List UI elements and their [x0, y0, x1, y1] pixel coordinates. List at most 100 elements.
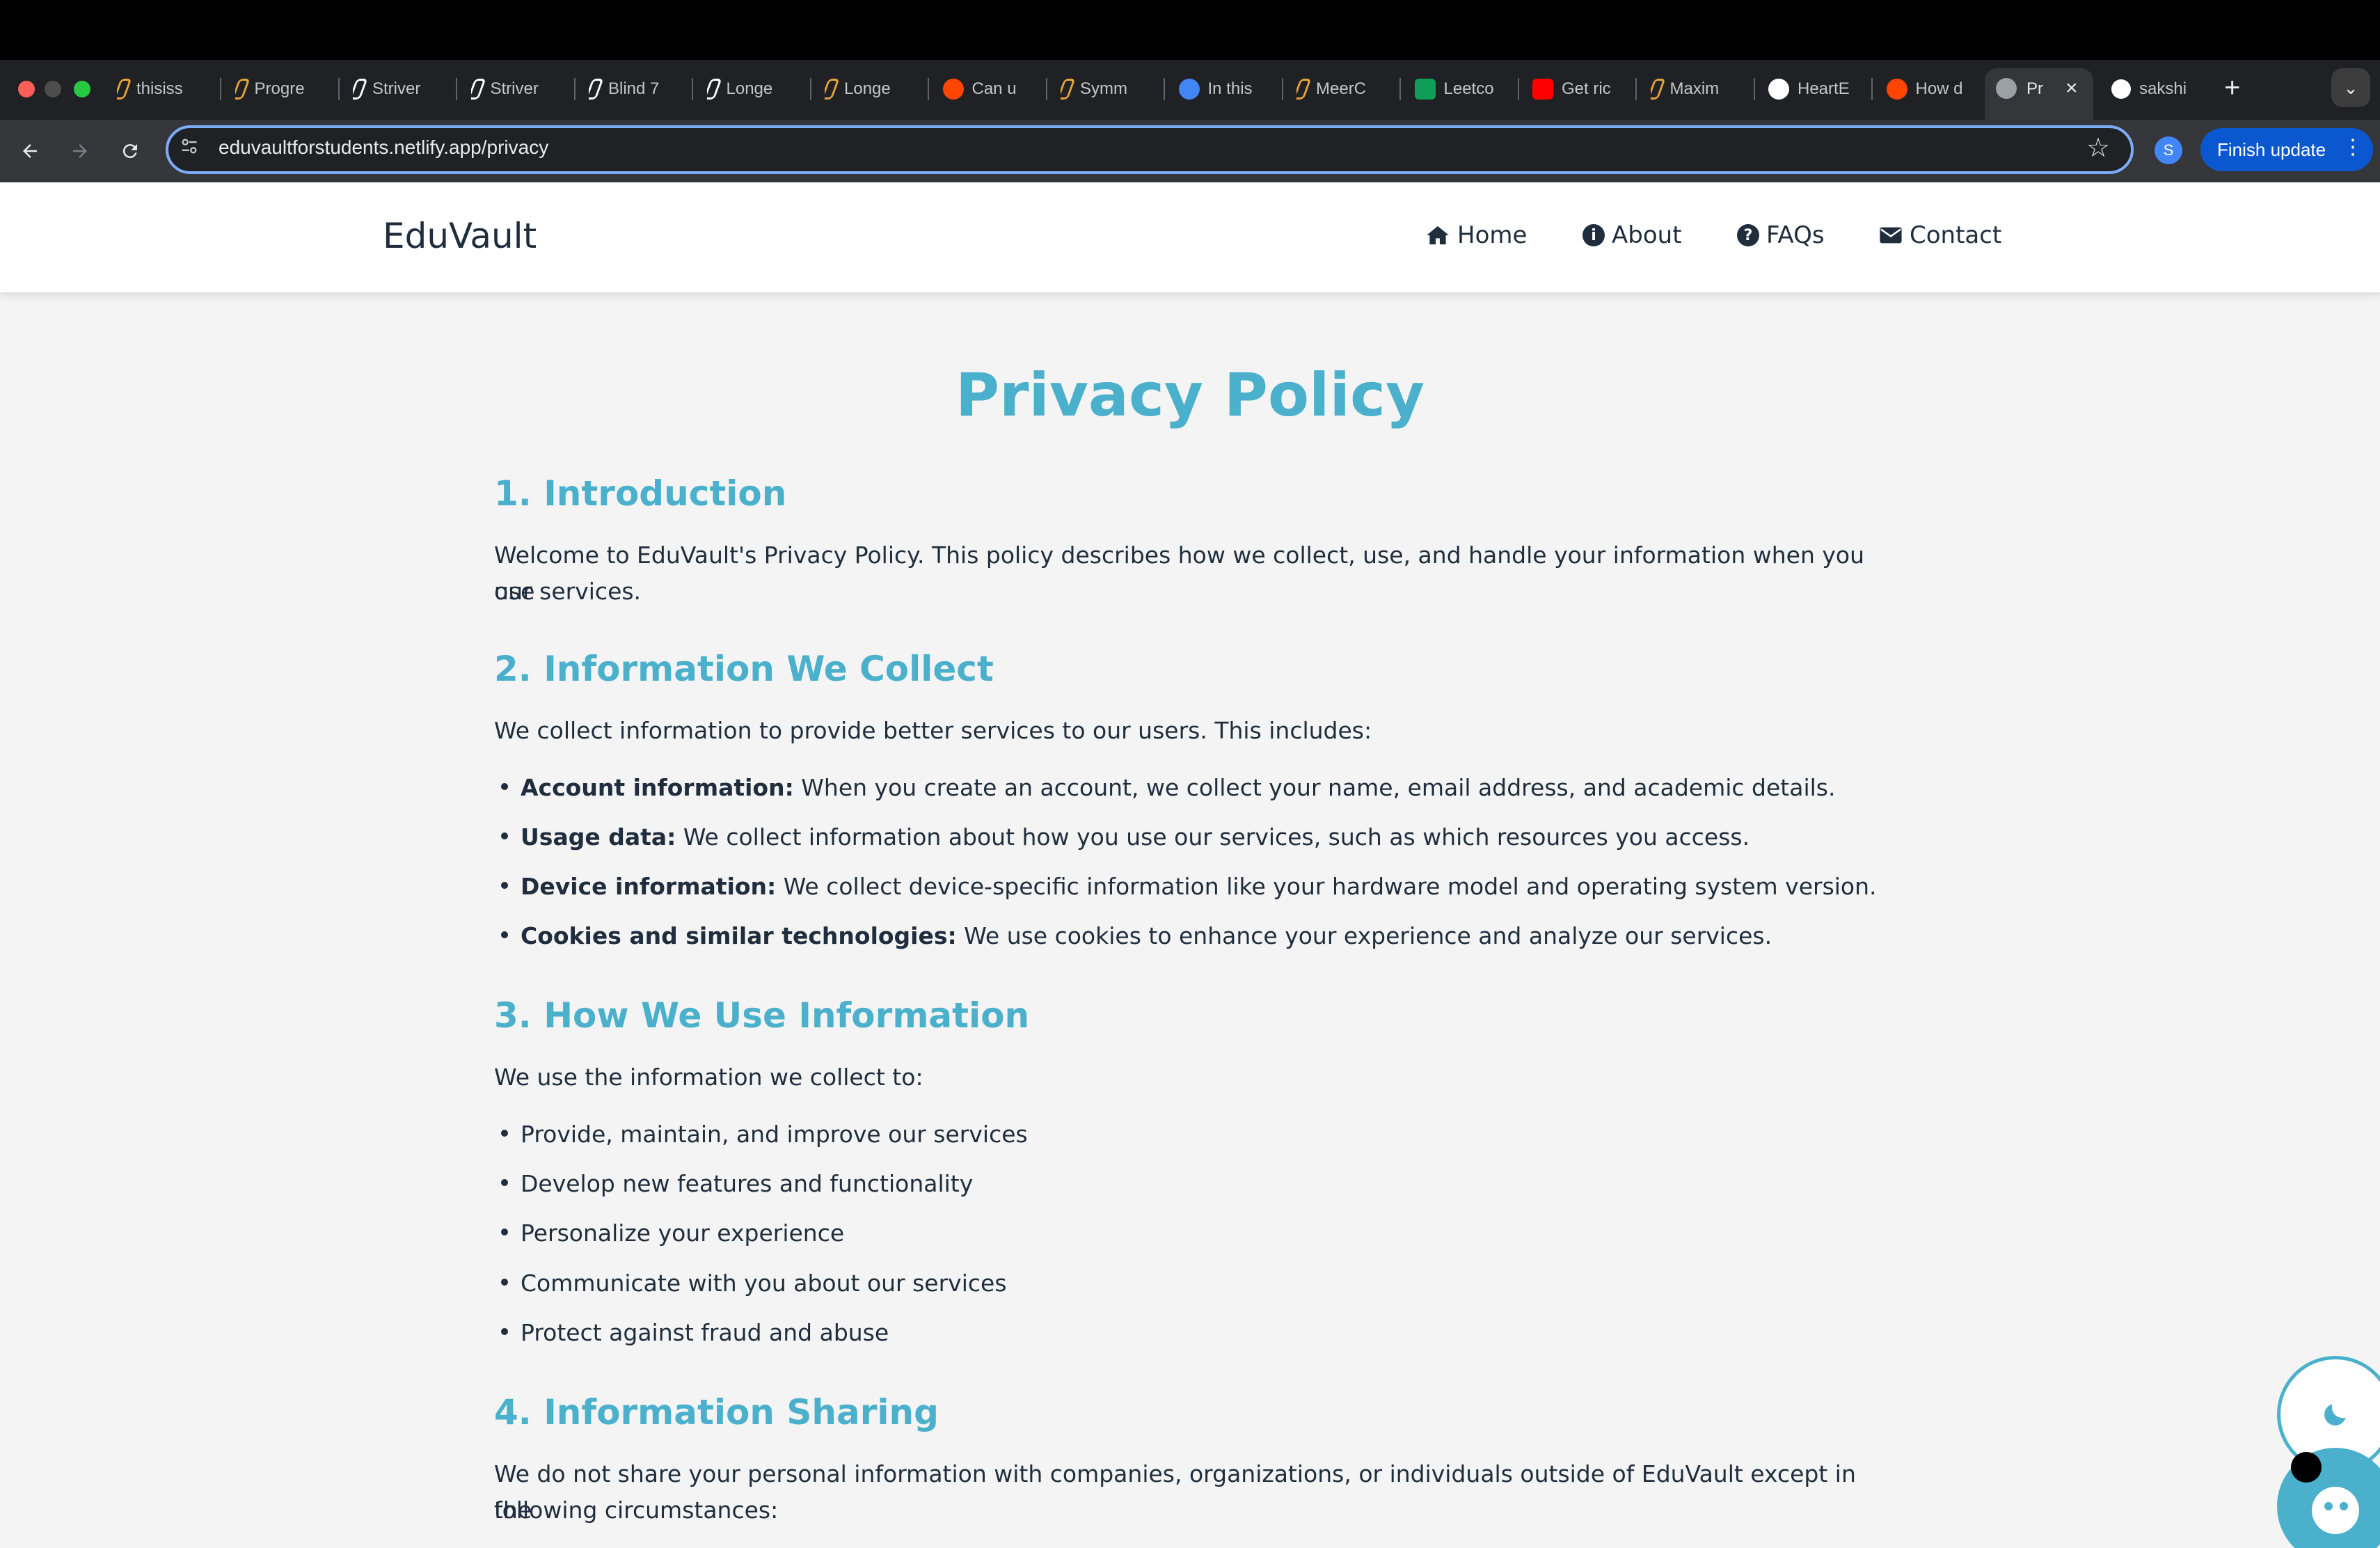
tab-15[interactable]: HeartE — [1768, 70, 1873, 109]
chatbot-button[interactable] — [2277, 1448, 2380, 1548]
site-header: EduVault Home i About ? FAQs Contact — [0, 182, 2380, 292]
tab-14[interactable]: Maxim — [1650, 70, 1755, 109]
tab-6[interactable]: Longe — [706, 70, 811, 109]
tab-11[interactable]: MeerC — [1296, 70, 1401, 109]
tuf-icon — [706, 79, 722, 100]
tab-search-button[interactable]: ⌄ — [2331, 68, 2370, 107]
tab-separator — [1399, 78, 1401, 100]
tab-separator — [692, 78, 693, 100]
tab-label: sakshi — [2139, 79, 2187, 98]
nav-home-label: Home — [1457, 221, 1528, 249]
list-item: Usage data: We collect information about… — [501, 823, 1750, 851]
list-item: Provide, maintain, and improve our servi… — [501, 1121, 1028, 1148]
tab-separator — [809, 78, 811, 100]
back-button[interactable] — [11, 132, 49, 170]
reload-button[interactable] — [111, 132, 149, 170]
tab-label: Maxim — [1669, 79, 1720, 98]
tab-7[interactable]: Longe — [825, 70, 929, 109]
list-item: Develop new features and functionality — [501, 1170, 973, 1197]
tab-label: In this — [1207, 79, 1253, 98]
page-title: Privacy Policy — [955, 361, 1425, 430]
site-info-icon[interactable] — [180, 136, 199, 161]
tab-label: Leetco — [1443, 79, 1494, 98]
moon-icon — [2324, 1404, 2346, 1425]
bullet-dot — [501, 881, 508, 889]
bookmark-star-icon[interactable]: ☆ — [2086, 132, 2110, 164]
maximize-window-button[interactable] — [74, 81, 90, 97]
github-icon — [2111, 79, 2131, 99]
striver-icon — [1650, 79, 1665, 100]
nav-home[interactable]: Home — [1425, 221, 1527, 249]
tab-1[interactable]: thisiss — [117, 70, 221, 109]
reddit-icon — [942, 79, 964, 100]
tab-separator — [573, 78, 576, 100]
tab-label: Longe — [844, 79, 891, 98]
tab-separator — [1871, 78, 1873, 100]
close-window-button[interactable] — [18, 81, 35, 97]
collect-intro: We collect information to provide better… — [494, 717, 1372, 744]
tab-5[interactable]: Blind 7 — [589, 70, 693, 109]
active-tab[interactable]: Pr × — [1985, 68, 2093, 120]
tab-label: MeerC — [1316, 79, 1367, 98]
meer-icon — [1296, 79, 1312, 100]
close-tab-icon[interactable]: × — [2065, 77, 2078, 100]
finish-update-button[interactable]: Finish update ⋮ — [2200, 128, 2373, 171]
use-intro: We use the information we collect to: — [494, 1064, 923, 1091]
list-item: Cookies and similar technologies: We use… — [501, 922, 1772, 949]
site-brand[interactable]: EduVault — [383, 216, 537, 256]
tab-separator — [1281, 78, 1283, 100]
tab-10[interactable]: In this — [1178, 70, 1283, 109]
tab-separator — [220, 78, 221, 100]
tuf-icon — [470, 79, 486, 100]
sharing-text-line2: following circumstances: — [494, 1496, 779, 1524]
nav-about[interactable]: i About — [1582, 221, 1682, 249]
tab-16[interactable]: How d — [1886, 70, 1991, 109]
bullet-dot — [501, 782, 508, 790]
chatbot-icon — [2291, 1452, 2359, 1534]
info-icon: i — [1582, 224, 1605, 246]
more-menu-icon[interactable]: ⋮ — [2342, 135, 2363, 159]
striver-icon — [117, 79, 132, 100]
question-icon: ? — [1737, 224, 1759, 246]
tab-8[interactable]: Can u — [942, 70, 1047, 109]
tab-3[interactable]: Striver — [353, 70, 457, 109]
tab-separator — [1164, 78, 1165, 100]
envelope-icon — [1880, 227, 1902, 244]
section-collect-heading: 2. Information We Collect — [494, 649, 994, 689]
new-tab-button[interactable]: + — [2224, 72, 2240, 103]
list-item: Personalize your experience — [501, 1219, 844, 1247]
nav-contact[interactable]: Contact — [1879, 221, 2001, 249]
bullet-dot — [501, 1129, 508, 1137]
tab-last[interactable]: sakshi — [2111, 70, 2202, 109]
tab-2[interactable]: Progre — [235, 70, 340, 109]
tab-4[interactable]: Striver — [470, 70, 576, 109]
bullet-dot — [501, 1327, 508, 1335]
minimize-window-button[interactable] — [45, 81, 61, 97]
url-text[interactable]: eduvaultforstudents.netlify.app/privacy — [219, 136, 548, 159]
tab-separator — [456, 78, 457, 100]
bullet-dot — [501, 1228, 508, 1235]
list-item: Protect against fraud and abuse — [501, 1319, 889, 1346]
system-menubar — [0, 0, 2380, 60]
tab-13[interactable]: Get ric — [1532, 70, 1637, 109]
globe-icon — [1996, 78, 2017, 99]
rocket-icon — [589, 79, 604, 100]
arrow-left-icon — [23, 144, 37, 158]
forward-button[interactable] — [61, 132, 99, 170]
github-icon — [1768, 79, 1789, 100]
tab-label: Blind 7 — [608, 79, 660, 98]
nav-faqs-label: FAQs — [1766, 221, 1825, 249]
tab-label: HeartE — [1798, 79, 1850, 98]
tab-label: Get ric — [1562, 79, 1611, 98]
bullet-dot — [501, 931, 508, 938]
striver-icon — [1061, 79, 1076, 100]
nav-faqs[interactable]: ? FAQs — [1737, 221, 1825, 249]
striver-icon — [235, 79, 250, 100]
section-introduction-heading: 1. Introduction — [494, 473, 787, 514]
tab-9[interactable]: Symm — [1061, 70, 1165, 109]
tab-12[interactable]: Leetco — [1414, 70, 1519, 109]
tab-separator — [1753, 78, 1755, 100]
active-tab-label: Pr — [2026, 79, 2043, 98]
home-icon — [1427, 226, 1449, 245]
profile-avatar[interactable]: S — [2155, 136, 2182, 164]
